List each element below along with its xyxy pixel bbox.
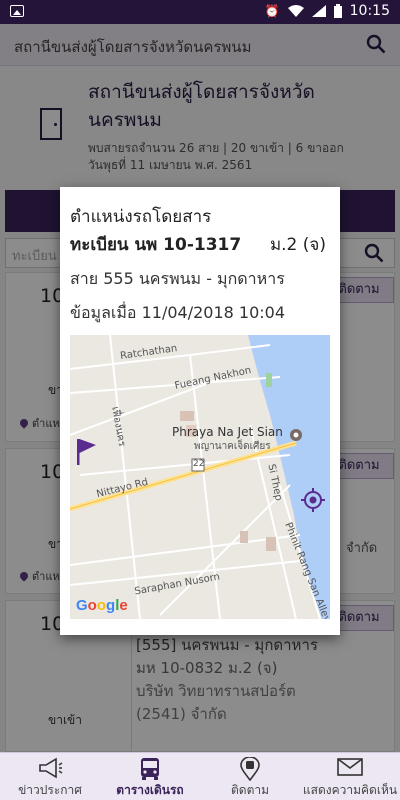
nav-label: ติดตาม bbox=[230, 783, 270, 797]
nav-label: ตารางเดินรถ bbox=[116, 783, 184, 797]
clock-time: 10:15 bbox=[349, 3, 390, 19]
bottom-navigation: ข่าวประกาศ ตารางเดินรถ ติดตาม แสดงความคิ… bbox=[0, 752, 400, 800]
envelope-icon bbox=[337, 758, 363, 776]
map-poi-name-thai: พญานาคเจ็ดเศียร bbox=[194, 441, 271, 452]
dialog-title: ตำแหน่งรถโดยสาร bbox=[70, 207, 212, 227]
route-badge: 22 bbox=[193, 459, 205, 469]
wifi-icon bbox=[287, 5, 304, 17]
battery-icon bbox=[333, 4, 342, 18]
nav-timetable[interactable]: ตารางเดินรถ bbox=[100, 753, 200, 800]
megaphone-icon bbox=[39, 757, 63, 779]
nav-news[interactable]: ข่าวประกาศ bbox=[0, 753, 100, 800]
google-logo: Google bbox=[76, 597, 128, 614]
status-bar: ⏰ 10:15 bbox=[0, 0, 400, 24]
image-icon bbox=[10, 5, 24, 17]
alarm-icon: ⏰ bbox=[264, 4, 280, 18]
dialog-updated-time: ข้อมูลเมื่อ 11/04/2018 10:04 bbox=[70, 303, 286, 322]
map-poi-name: Phraya Na Jet Sian bbox=[172, 425, 283, 439]
nav-label: ข่าวประกาศ bbox=[18, 783, 82, 797]
dialog-plate: ทะเบียน นพ 10-1317 bbox=[70, 235, 242, 255]
bus-icon bbox=[141, 758, 159, 780]
signal-icon bbox=[311, 5, 326, 17]
nav-track[interactable]: ติดตาม bbox=[200, 753, 300, 800]
bus-map[interactable]: Ratchathan Fueang Nakhon Nittayo Rd Si T… bbox=[70, 335, 330, 619]
nav-feedback[interactable]: แสดงความคิดเห็น bbox=[300, 753, 400, 800]
bus-location-icon bbox=[240, 757, 260, 781]
dialog-route: สาย 555 นครพนม - มุกดาหาร bbox=[70, 269, 285, 288]
dialog-bus-class: ม.2 (จ) bbox=[269, 235, 326, 255]
nav-label: แสดงความคิดเห็น bbox=[302, 783, 398, 797]
bus-location-dialog: ตำแหน่งรถโดยสาร ทะเบียน นพ 10-1317 ม.2 (… bbox=[60, 187, 340, 635]
